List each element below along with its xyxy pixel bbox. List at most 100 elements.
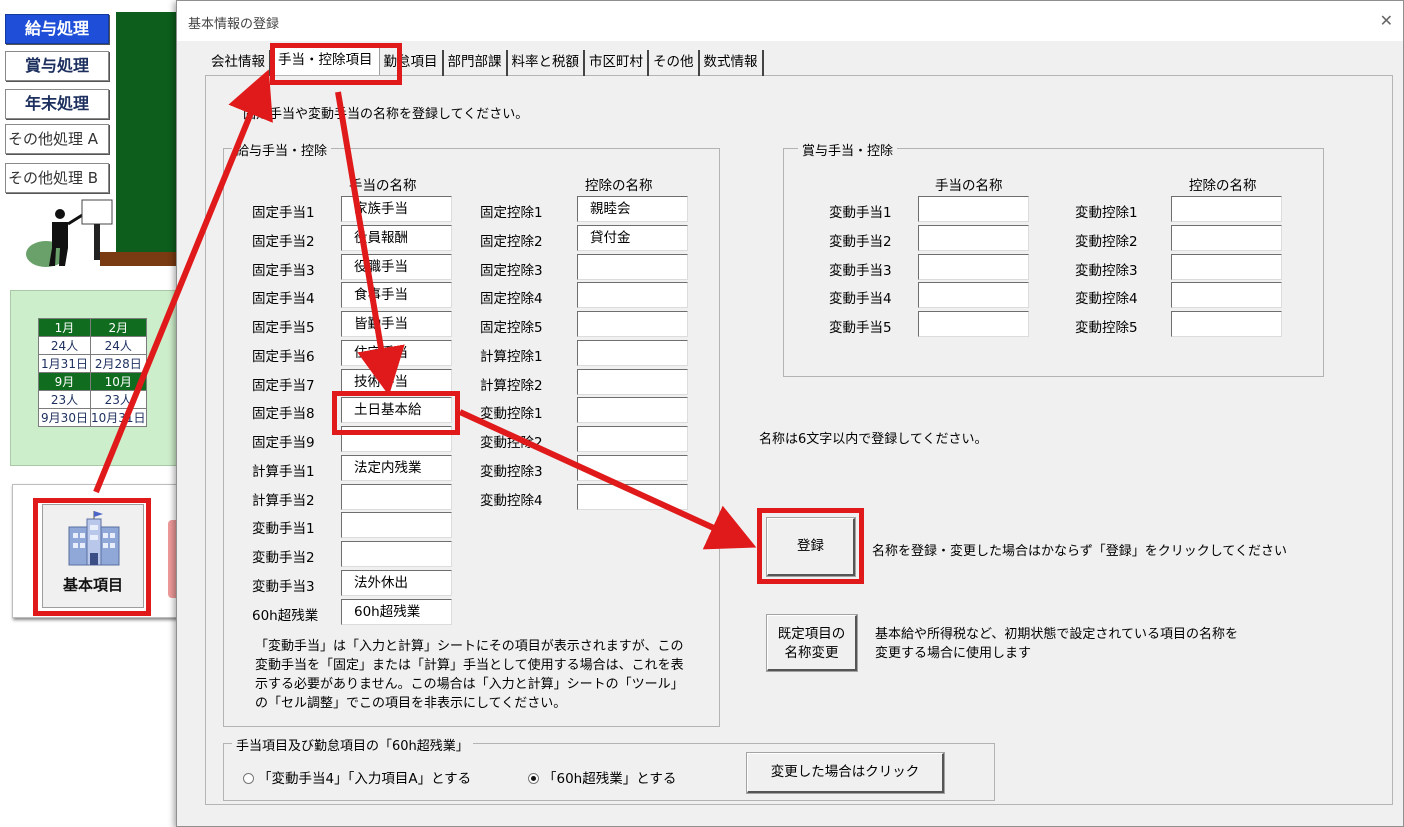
bonus-allowance-label: 変動手当2 (829, 233, 892, 250)
salary-allowance-label: 変動手当3 (252, 578, 315, 595)
rename-note-line1: 基本給や所得税など、初期状態で設定されている項目の名称を (875, 627, 1238, 642)
salary-allowance-label: 固定手当3 (252, 262, 315, 279)
calendar-cell: 1月31日 (38, 354, 91, 373)
sidebar-button-salary[interactable]: 給与処理 (5, 14, 109, 44)
month-calendar: 1月 2月 24人 24人 1月31日 2月28日 9月 10月 23人 23人 9月30… (38, 318, 147, 427)
salary-allowance-label: 固定手当5 (252, 320, 315, 336)
salary-deduction-input[interactable] (577, 282, 688, 309)
salary-allowance-input[interactable] (341, 512, 452, 539)
bonus-allowance-label: 変動手当3 (829, 262, 892, 279)
bonus-allowance-input[interactable] (918, 196, 1029, 222)
salary-deduction-label: 変動控除2 (480, 435, 543, 451)
option-variable-allowance4[interactable]: 「変動手当4」「入力項目A」とする (243, 767, 471, 787)
rename-button-line2: 名称変更 (784, 645, 839, 661)
deduction-header: 控除の名称 (585, 178, 653, 194)
bonus-allowance-input[interactable] (918, 224, 1029, 251)
bonus-deduction-input[interactable] (1171, 282, 1282, 309)
sidebar-button-year-end[interactable]: 年末処理 (5, 89, 109, 119)
salary-deduction-input[interactable] (577, 454, 688, 481)
salary-deduction-label: 計算控除1 (480, 348, 543, 365)
salary-allowance-input[interactable]: 食事手当 (341, 282, 452, 309)
presenter-icon (26, 199, 113, 267)
calendar-cell: 1月 (38, 318, 91, 337)
salary-deduction-input[interactable] (577, 426, 688, 452)
salary-deduction-input[interactable] (577, 397, 688, 424)
radio-option2-icon[interactable] (528, 773, 539, 784)
instruction-text: 固定手当や変動手当の名称を登録してください。 (243, 107, 529, 122)
salary-deduction-label: 固定控除1 (480, 205, 543, 221)
salary-deduction-input[interactable]: 貸付金 (577, 224, 688, 251)
tab-company[interactable]: 会社情報 (207, 50, 271, 76)
salary-allowance-input[interactable]: 役職手当 (341, 253, 452, 280)
calendar-cell: 24人 (38, 336, 91, 355)
bonus-allowance-header: 手当の名称 (935, 178, 1003, 194)
radio-option1-icon[interactable] (243, 773, 254, 784)
tab-department[interactable]: 部門部課 (444, 50, 508, 76)
salary-allowance-label: 計算手当2 (252, 492, 315, 509)
bonus-deduction-label: 変動控除3 (1075, 262, 1138, 279)
salary-allowance-input[interactable] (341, 541, 452, 567)
salary-group-legend: 給与手当・控除 (232, 140, 332, 159)
variable-allowance-note: 「変動手当」は「入力と計算」シートにその項目が表示されますが、この変動手当を「固… (255, 639, 684, 711)
salary-deduction-input[interactable] (577, 339, 688, 366)
salary-allowance-label: 60h超残業 (252, 607, 319, 624)
close-icon[interactable]: ✕ (1380, 11, 1393, 30)
salary-allowance-input[interactable]: 住宅手当 (341, 339, 452, 366)
salary-allowance-input[interactable] (341, 483, 452, 510)
salary-deduction-label: 変動控除1 (480, 406, 543, 423)
salary-deduction-label: 固定控除4 (480, 291, 543, 308)
salary-allowance-label: 固定手当1 (252, 205, 315, 221)
bonus-allowance-input[interactable] (918, 253, 1029, 280)
sidebar-button-other-b[interactable]: その他処理 B (5, 163, 109, 193)
salary-deduction-label: 固定控除5 (480, 320, 543, 336)
highlight-register-button (757, 508, 864, 584)
bonus-deduction-input[interactable] (1171, 196, 1282, 222)
bonus-deduction-label: 変動控除5 (1075, 320, 1138, 336)
salary-deduction-label: 固定控除2 (480, 233, 543, 250)
bonus-allowance-label: 変動手当4 (829, 291, 892, 308)
apply-change-button[interactable]: 変更した場合はクリック (746, 752, 945, 794)
salary-allowance-input[interactable]: 家族手当 (341, 196, 452, 222)
bonus-allowance-input[interactable] (918, 282, 1029, 309)
bonus-deduction-label: 変動控除4 (1075, 291, 1138, 308)
salary-deduction-input[interactable]: 親睦会 (577, 196, 688, 222)
sidebar-button-other-a[interactable]: その他処理 A (5, 124, 109, 154)
calendar-cell: 23人 (38, 390, 91, 409)
salary-deduction-label: 計算控除2 (480, 377, 543, 394)
highlight-selected-tab (270, 43, 402, 85)
salary-allowance-label: 固定手当9 (252, 435, 315, 451)
rename-default-items-button[interactable]: 既定項目の 名称変更 (766, 614, 858, 672)
bonus-allowance-input[interactable] (918, 311, 1029, 337)
salary-allowance-input[interactable]: 法定内残業 (341, 454, 452, 481)
salary-deduction-input[interactable] (577, 253, 688, 280)
salary-allowance-input[interactable]: 法外休出 (341, 569, 452, 596)
registration-dialog: 基本情報の登録 ✕ 会社情報 手当・控除項目 勤怠項目 部門部課 料率と税額 市… (176, 0, 1404, 827)
rename-note: 基本給や所得税など、初期状態で設定されている項目の名称を 変更する場合に使用しま… (875, 625, 1238, 663)
bonus-deduction-header: 控除の名称 (1189, 178, 1257, 194)
highlight-kihon-button (33, 498, 151, 616)
tab-other[interactable]: その他 (649, 50, 700, 76)
tab-rates-taxes[interactable]: 料率と税額 (508, 50, 585, 76)
bonus-deduction-label: 変動控除1 (1075, 205, 1138, 221)
bonus-deduction-input[interactable] (1171, 224, 1282, 251)
salary-allowance-input[interactable]: 皆勤手当 (341, 311, 452, 337)
option1-label: 「変動手当4」「入力項目A」とする (258, 771, 472, 787)
salary-deduction-input[interactable] (577, 483, 688, 510)
sidebar-button-bonus[interactable]: 賞与処理 (5, 51, 109, 81)
bonus-group-legend: 賞与手当・控除 (798, 140, 898, 159)
tab-formula[interactable]: 数式情報 (700, 50, 764, 76)
bonus-allowance-label: 変動手当1 (829, 205, 892, 221)
salary-allowance-label: 変動手当1 (252, 521, 315, 538)
salary-allowance-input[interactable]: 60h超残業 (341, 598, 452, 625)
name-limit-note: 名称は6文字以内で登録してください。 (759, 432, 988, 447)
bonus-deduction-input[interactable] (1171, 311, 1282, 337)
tab-municipality[interactable]: 市区町村 (585, 50, 649, 76)
salary-deduction-input[interactable] (577, 311, 688, 337)
bonus-deduction-input[interactable] (1171, 253, 1282, 280)
salary-deduction-input[interactable] (577, 368, 688, 395)
salary-deduction-label: 固定控除3 (480, 262, 543, 279)
salary-allowance-label: 固定手当4 (252, 291, 315, 308)
salary-allowance-input[interactable]: 役員報酬 (341, 224, 452, 251)
option-sixty-hour[interactable]: 「60h超残業」とする (528, 767, 676, 787)
rename-button-line1: 既定項目の (777, 626, 846, 642)
